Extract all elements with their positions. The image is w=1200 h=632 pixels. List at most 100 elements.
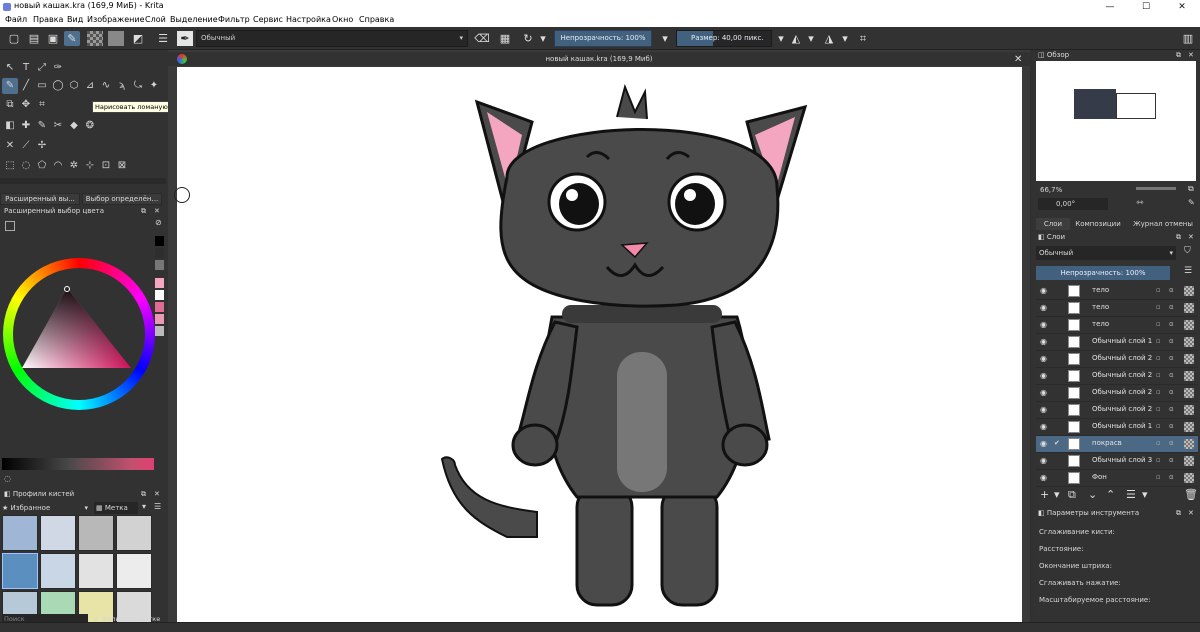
lock-icon[interactable]: ▫ [1156, 354, 1161, 362]
favorites-select[interactable]: ★ Избранное ▾ [2, 502, 90, 514]
mirror-v-dropdown-icon[interactable]: ▾ [840, 31, 850, 46]
visibility-eye-icon[interactable]: ◉ [1040, 405, 1049, 414]
alpha-icon[interactable]: α [1169, 473, 1174, 481]
inherit-alpha-icon[interactable] [1184, 286, 1194, 296]
visibility-eye-icon[interactable]: ◉ [1040, 456, 1049, 465]
inherit-alpha-icon[interactable] [1184, 456, 1194, 466]
tab-undo-history[interactable]: Журнал отмены [1128, 218, 1198, 230]
layer-row[interactable]: ◉ тело ▫ α [1036, 317, 1198, 334]
layer-opacity-slider[interactable]: Непрозрачность: 100% [1036, 266, 1170, 280]
inherit-alpha-icon[interactable] [1184, 405, 1194, 415]
size-dropdown-icon[interactable]: ▾ [776, 31, 786, 46]
inherit-alpha-icon[interactable] [1184, 422, 1194, 432]
history-swatch[interactable] [155, 236, 164, 246]
history-swatch[interactable] [155, 290, 164, 300]
layer-row[interactable]: ◉ Обычный слой 2 ▫ α [1036, 351, 1198, 368]
color-triangle[interactable] [0, 0, 168, 420]
alpha-icon[interactable]: α [1169, 337, 1174, 345]
brush-preset-fineliner[interactable] [78, 553, 114, 589]
menu-help[interactable]: Справка [359, 15, 394, 24]
layer-row[interactable]: ◉ тело ▫ α [1036, 283, 1198, 300]
brush-preset-icon[interactable]: ✒ [177, 31, 193, 46]
visibility-eye-icon[interactable]: ◉ [1040, 354, 1049, 363]
history-swatch[interactable] [155, 248, 164, 258]
lightness-strip[interactable] [2, 458, 154, 470]
brush-preset-ink[interactable] [2, 553, 38, 589]
float-dock-icon[interactable]: ⧉ [1176, 232, 1186, 243]
lock-icon[interactable]: ▫ [1156, 456, 1161, 464]
lock-icon[interactable]: ▫ [1156, 388, 1161, 396]
visibility-eye-icon[interactable]: ◉ [1040, 422, 1049, 431]
close-dock-icon[interactable]: ✕ [1188, 508, 1198, 519]
visibility-eye-icon[interactable]: ◉ [1040, 371, 1049, 380]
rotation-field[interactable]: 0,00° [1038, 198, 1108, 210]
reload-preset-icon[interactable]: ↻ [520, 31, 536, 46]
alpha-icon[interactable]: α [1169, 422, 1174, 430]
menu-select[interactable]: Выделение [170, 15, 218, 24]
brush-options-icon[interactable]: ☰ [154, 502, 161, 511]
inherit-alpha-icon[interactable] [1184, 337, 1194, 347]
inherit-alpha-icon[interactable] [1184, 473, 1194, 483]
tab-compositions[interactable]: Композиции [1070, 218, 1126, 230]
inherit-alpha-icon[interactable] [1184, 354, 1194, 364]
layer-row[interactable]: ◉ Обычный слой 3 ▫ α [1036, 453, 1198, 470]
maximize-button[interactable]: ☐ [1128, 0, 1164, 14]
zoom-fit-icon[interactable]: ⧉ [1188, 184, 1194, 194]
brush-preset-marker[interactable] [40, 553, 76, 589]
layer-row[interactable]: ◉ Обычный слой 2 ▫ α [1036, 385, 1198, 402]
reset-color-icon[interactable]: ◌ [4, 474, 11, 483]
history-swatch[interactable] [155, 278, 164, 288]
brush-preset-sketch[interactable] [116, 553, 152, 589]
inherit-alpha-icon[interactable] [1184, 303, 1194, 313]
brush-preset-airbrush[interactable] [78, 515, 114, 551]
opacity-dropdown-icon[interactable]: ▾ [660, 31, 670, 46]
close-button[interactable]: ✕ [1164, 0, 1200, 14]
eraser-icon[interactable]: ⌫ [474, 31, 490, 46]
lock-icon[interactable]: ▫ [1156, 473, 1161, 481]
properties-dropdown-icon[interactable]: ▾ [1142, 488, 1148, 501]
layer-row[interactable]: ◉ ✔ покрасв ▫ α [1036, 436, 1198, 453]
lock-icon[interactable]: ▫ [1156, 405, 1161, 413]
pin-icon[interactable]: ✎ [1188, 198, 1195, 207]
menu-settings[interactable]: Настройка [286, 15, 331, 24]
lock-icon[interactable]: ▫ [1156, 320, 1161, 328]
lock-icon[interactable]: ▫ [1156, 422, 1161, 430]
blend-mode-select[interactable]: Обычный ▾ [196, 30, 468, 47]
opacity-slider[interactable]: Непрозрачность: 100% [554, 30, 652, 47]
layer-row[interactable]: ◉ Обычный слой 2 ▫ α [1036, 368, 1198, 385]
inherit-alpha-icon[interactable] [1184, 320, 1194, 330]
layer-blend-select[interactable]: Обычный ▾ [1036, 246, 1176, 260]
add-layer-icon[interactable]: + [1040, 488, 1049, 501]
alpha-icon[interactable]: α [1169, 286, 1174, 294]
wrap-around-icon[interactable]: ⌗ [855, 31, 871, 46]
lock-icon[interactable]: ▫ [1156, 286, 1161, 294]
mirror-view-icon[interactable]: ⇿ [1136, 198, 1144, 208]
brush-preset-pencil[interactable] [40, 515, 76, 551]
lock-icon[interactable]: ▫ [1156, 439, 1161, 447]
visibility-eye-icon[interactable]: ◉ [1040, 473, 1049, 482]
float-dock-icon[interactable]: ⧉ [1176, 50, 1186, 61]
zoom-slider[interactable] [1136, 187, 1176, 190]
visibility-eye-icon[interactable]: ◉ [1040, 337, 1049, 346]
history-swatch[interactable] [155, 314, 164, 324]
layer-row[interactable]: ◉ Обычный слой 1 ▫ α [1036, 419, 1198, 436]
tab-layers[interactable]: Слои [1036, 218, 1070, 230]
inherit-alpha-icon[interactable] [1184, 439, 1194, 449]
mirror-horizontal-icon[interactable]: ◭ [788, 31, 804, 46]
move-layer-down-icon[interactable]: ⌄ [1088, 488, 1097, 501]
float-dock-icon[interactable]: ⧉ [1176, 508, 1186, 519]
workspace-icon[interactable]: ▥ [1180, 31, 1196, 46]
float-dock-icon[interactable]: ⧉ [141, 489, 151, 500]
filter-icon[interactable]: ⛉ [1184, 246, 1191, 256]
menu-filter[interactable]: Фильтр [218, 15, 250, 24]
visibility-eye-icon[interactable]: ◉ [1040, 303, 1049, 312]
mirror-vertical-icon[interactable]: ◮ [821, 31, 837, 46]
menu-tools[interactable]: Сервис [253, 15, 283, 24]
brush-preset-eraser[interactable] [2, 515, 38, 551]
minimize-button[interactable]: — [1092, 0, 1128, 14]
alpha-lock-icon[interactable]: ▦ [497, 31, 513, 46]
tag-select[interactable]: ▦ Метка [94, 502, 138, 514]
alpha-icon[interactable]: α [1169, 371, 1174, 379]
lock-icon[interactable]: ▫ [1156, 337, 1161, 345]
close-document-icon[interactable]: ✕ [1014, 54, 1022, 65]
